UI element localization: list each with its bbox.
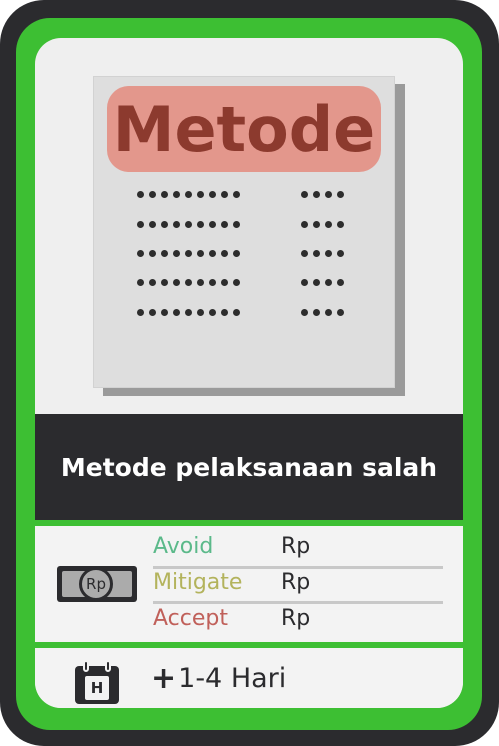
risk-panel: Rp Avoid Rp Mitigate Rp Accept Rp [35,526,463,642]
dot-line-icon [301,250,344,260]
dot-line-icon [301,309,344,319]
risk-row-accept: Accept Rp [153,602,443,634]
time-panel: H + 1-4 Hari [35,648,463,708]
dot-line-icon [301,279,344,289]
card: Metode Metode pelaksanaan salah Rp Avoid… [0,0,499,746]
risk-value-accept: Rp [281,605,311,631]
risk-row-avoid: Avoid Rp [153,530,443,562]
card-title-bar: Metode pelaksanaan salah [35,414,463,520]
card-body: Metode Metode pelaksanaan salah Rp Avoid… [35,38,463,708]
dot-line-icon [137,309,240,319]
calendar-letter: H [90,679,104,697]
dot-line-icon [137,250,240,260]
currency-symbol: Rp [86,575,106,593]
calendar-icon: H [75,660,119,704]
dot-line-icon [137,279,240,289]
plus-icon: + [151,660,177,696]
dot-line-icon [301,221,344,231]
risk-label-mitigate: Mitigate [153,569,243,595]
dot-line-icon [301,191,344,201]
duration: + 1-4 Hari [151,660,286,696]
duration-text: 1-4 Hari [178,662,287,694]
risk-label-avoid: Avoid [153,533,214,559]
risk-value-avoid: Rp [281,533,311,559]
document-badge: Metode [107,86,381,172]
dot-line-icon [137,191,240,201]
money-icon: Rp [57,566,137,602]
dot-line-icon [137,221,240,231]
document-badge-text: Metode [112,92,376,166]
risk-row-mitigate: Mitigate Rp [153,566,443,598]
risk-value-mitigate: Rp [281,569,311,595]
risk-label-accept: Accept [153,605,228,631]
card-title: Metode pelaksanaan salah [60,452,438,482]
money-coin-icon: Rp [79,567,113,601]
